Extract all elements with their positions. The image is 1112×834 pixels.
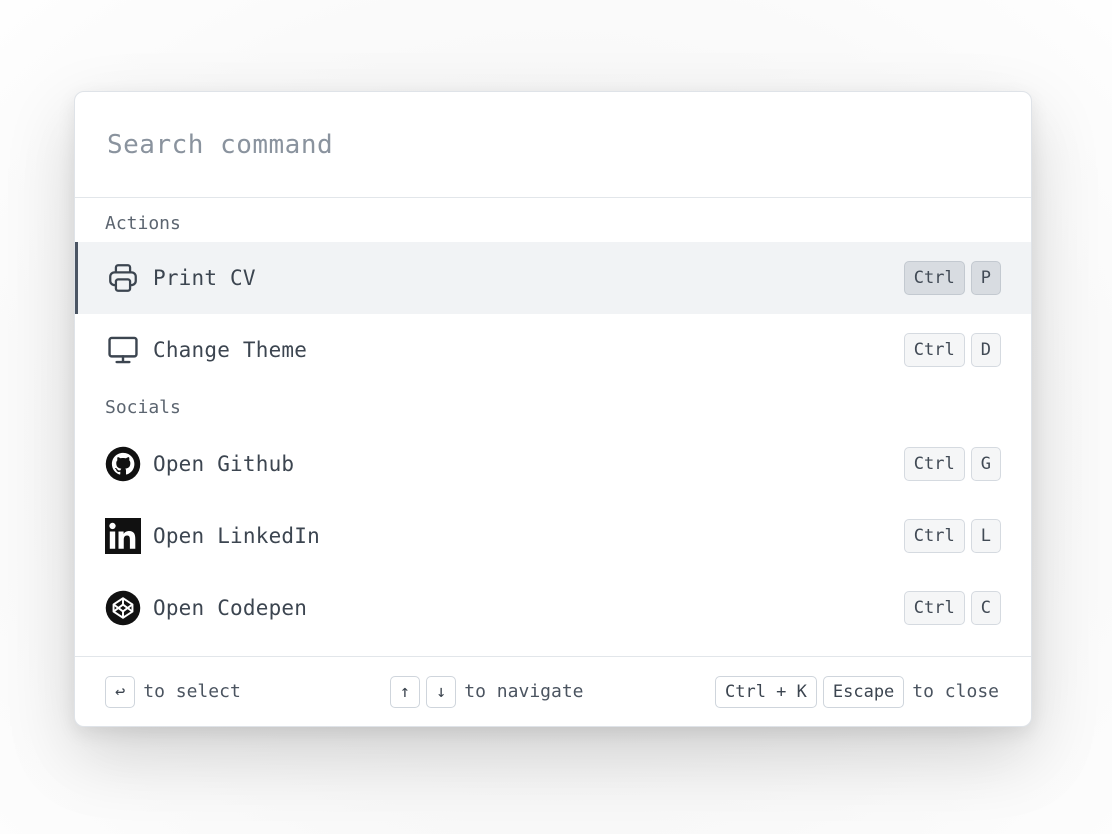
command-item-open-github[interactable]: Open Github Ctrl G (75, 428, 1031, 500)
shortcut-key: Ctrl (903, 591, 965, 625)
section-label-actions: Actions (105, 213, 181, 234)
footer-hint-select: ↩ to select (105, 675, 243, 708)
shortcut-key: Ctrl (903, 447, 965, 481)
arrow-down-key: ↓ (426, 675, 457, 708)
enter-key: ↩ (105, 675, 136, 708)
escape-key: Escape (822, 675, 905, 708)
monitor-icon (105, 332, 141, 368)
search-bar (75, 92, 1031, 198)
command-label: Open LinkedIn (153, 524, 320, 548)
section-label-socials: Socials (105, 397, 181, 418)
footer-hint-close: Ctrl + K Escape to close (714, 675, 1001, 708)
command-label: Print CV (153, 266, 256, 290)
hint-text: to close (912, 681, 999, 702)
shortcut-keys: Ctrl P (903, 261, 1001, 295)
codepen-icon (105, 590, 141, 626)
shortcut-key: G (970, 447, 1001, 481)
shortcut-keys: Ctrl C (903, 591, 1001, 625)
shortcut-key: Ctrl (903, 261, 965, 295)
command-palette: Actions Print CV Ctrl P Change Theme Ctr… (74, 91, 1032, 727)
command-item-print-cv[interactable]: Print CV Ctrl P (75, 242, 1031, 314)
ctrl-k-key: Ctrl + K (714, 675, 817, 708)
shortcut-key: L (970, 519, 1001, 553)
search-input[interactable] (105, 128, 1001, 161)
shortcut-key: P (970, 261, 1001, 295)
command-item-open-codepen[interactable]: Open Codepen Ctrl C (75, 572, 1031, 644)
hint-text: to navigate (464, 681, 584, 702)
shortcut-key: Ctrl (903, 519, 965, 553)
shortcut-key: C (970, 591, 1001, 625)
shortcut-key: Ctrl (903, 333, 965, 367)
command-item-open-linkedin[interactable]: Open LinkedIn Ctrl L (75, 500, 1031, 572)
github-icon (105, 446, 141, 482)
command-item-change-theme[interactable]: Change Theme Ctrl D (75, 314, 1031, 386)
command-label: Change Theme (153, 338, 308, 362)
shortcut-keys: Ctrl D (903, 333, 1001, 367)
shortcut-keys: Ctrl G (903, 447, 1001, 481)
command-label: Open Codepen (153, 596, 308, 620)
arrow-up-key: ↑ (389, 675, 421, 708)
printer-icon (105, 260, 141, 296)
footer-hint-navigate: ↑ ↓ to navigate (389, 675, 586, 708)
command-label: Open Github (153, 452, 295, 476)
linkedin-icon (105, 518, 141, 554)
palette-footer: ↩ to select ↑ ↓ to navigate Ctrl + K Esc… (75, 656, 1031, 726)
shortcut-key: D (970, 333, 1001, 367)
hint-text: to select (143, 681, 241, 702)
shortcut-keys: Ctrl L (903, 519, 1001, 553)
